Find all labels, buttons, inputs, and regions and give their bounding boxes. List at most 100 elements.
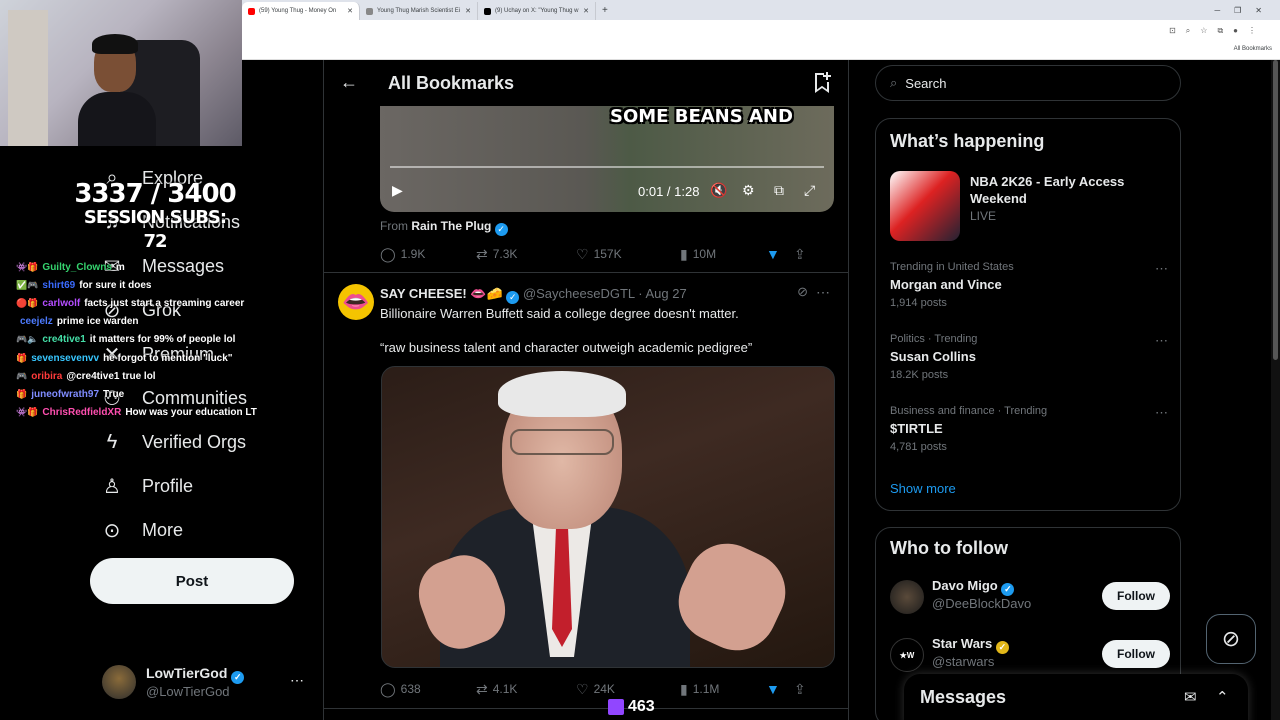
play-icon[interactable]: ▶ bbox=[392, 182, 403, 199]
source-name[interactable]: Rain The Plug bbox=[411, 219, 491, 233]
profile-icon[interactable]: ● bbox=[1233, 26, 1238, 36]
featured-title[interactable]: NBA 2K26 - Early Access Weekend bbox=[970, 173, 1160, 207]
chat-badges-icon: 🎮🔈 bbox=[16, 334, 39, 345]
views-button[interactable]: ▮ 10M bbox=[680, 246, 766, 263]
browser-tab-1[interactable]: (59) Young Thug - Money On ✕ bbox=[242, 2, 360, 20]
share-button[interactable]: ⇪ bbox=[794, 246, 806, 263]
messages-drawer[interactable]: Messages ✉ ⌃ bbox=[904, 674, 1248, 720]
browser-tab-2[interactable]: Young Thug Marish Scientist Ei ✕ bbox=[360, 2, 478, 20]
video-progress-bar[interactable] bbox=[390, 166, 824, 168]
follow-button[interactable]: Follow bbox=[1102, 582, 1170, 610]
tweet-author-name[interactable]: SAY CHEESE! 👄🧀 bbox=[380, 286, 503, 301]
fullscreen-icon[interactable]: ⤢ bbox=[804, 182, 815, 199]
whats-happening-panel: What’s happening NBA 2K26 - Early Access… bbox=[875, 118, 1181, 511]
trend-item[interactable]: Trending in United States Morgan and Vin… bbox=[890, 261, 1168, 309]
suggestion-name: Davo Migo ✓ bbox=[932, 578, 1015, 596]
search-box[interactable]: ⌕ bbox=[875, 65, 1181, 101]
more-icon[interactable]: ⋯ bbox=[1155, 405, 1168, 421]
minimize-icon[interactable]: ─ bbox=[1214, 6, 1220, 15]
tweet-text: Billionaire Warren Buffett said a colleg… bbox=[380, 306, 739, 321]
close-tab-icon[interactable]: ✕ bbox=[583, 7, 589, 15]
close-tab-icon[interactable]: ✕ bbox=[465, 7, 471, 15]
chat-badges-icon: 🎮 bbox=[16, 370, 28, 381]
chat-badges-icon: 👾🎁 bbox=[16, 261, 39, 272]
chat-message: 🎁 juneofwrath97 True bbox=[16, 385, 336, 403]
repost-button[interactable]: ⇄ 7.3K bbox=[476, 246, 576, 263]
post-button[interactable]: Post bbox=[90, 558, 294, 604]
nav-label: More bbox=[142, 519, 184, 540]
avatar[interactable]: 👄 bbox=[338, 284, 374, 320]
browser-tab-3[interactable]: (9) Uchay on X: "Young Thug w ✕ bbox=[478, 2, 596, 20]
grok-icon[interactable]: ⊘ bbox=[1206, 614, 1256, 664]
scrollbar[interactable] bbox=[1271, 60, 1280, 720]
grok-icon[interactable]: ⊘ bbox=[797, 284, 808, 300]
settings-gear-icon[interactable]: ⚙ bbox=[742, 182, 755, 199]
more-icon[interactable]: ⋯ bbox=[290, 672, 304, 689]
views-button[interactable]: ▮ 1.1M bbox=[680, 681, 766, 698]
back-arrow-icon[interactable]: ← bbox=[340, 72, 358, 93]
chat-message: 🎁 sevensevenvv he forgot to mention "luck" bbox=[16, 349, 336, 367]
star-wars-logo-icon: ★W bbox=[890, 638, 924, 672]
tweet-date[interactable]: · Aug 27 bbox=[638, 286, 686, 301]
more-icon[interactable]: ⋯ bbox=[1155, 333, 1168, 349]
suggestion-handle: @starwars bbox=[932, 654, 995, 669]
close-tab-icon[interactable]: ✕ bbox=[347, 7, 353, 15]
star-icon[interactable]: ☆ bbox=[1200, 26, 1207, 36]
chat-username: sevensevenvv bbox=[31, 352, 100, 364]
extension-icon[interactable]: ⧉ bbox=[1217, 26, 1223, 36]
nav-verified-orgs[interactable]: ϟ Verified Orgs bbox=[100, 430, 246, 454]
close-window-icon[interactable]: ✕ bbox=[1255, 6, 1262, 15]
more-icon[interactable]: ⋯ bbox=[1155, 261, 1168, 277]
reply-button[interactable]: ◯ 638 bbox=[380, 681, 476, 698]
lightning-icon: ϟ bbox=[106, 430, 118, 453]
more-icon[interactable]: ⋯ bbox=[816, 284, 830, 301]
chevron-up-icon[interactable]: ⌃ bbox=[1216, 688, 1229, 706]
browser-tab-label: (9) Uchay on X: "Young Thug w bbox=[495, 8, 579, 14]
chat-message: ceejelz prime ice warden bbox=[16, 313, 336, 331]
trend-item[interactable]: Business and finance · Trending $TIRTLE … bbox=[890, 405, 1168, 453]
nav-more[interactable]: ⊙ More bbox=[100, 518, 183, 542]
like-button[interactable]: ♡ 157K bbox=[576, 246, 680, 263]
nav-profile[interactable]: ♙ Profile bbox=[100, 474, 193, 498]
add-bookmark-folder-icon[interactable] bbox=[810, 70, 834, 94]
verified-badge-icon: ✓ bbox=[494, 223, 508, 236]
trend-item[interactable]: Politics · Trending Susan Collins 18.2K … bbox=[890, 333, 1168, 381]
tweet-author-handle[interactable]: @SaycheeseDGTL bbox=[523, 286, 635, 301]
webcam-feed bbox=[0, 0, 242, 146]
address-bar[interactable]: ⊡ ⌕ ☆ ⧉ ● ⋮ bbox=[242, 20, 1280, 42]
chat-badges-icon: 🔴🎁 bbox=[16, 297, 39, 308]
bookmark-button[interactable]: ▼ bbox=[766, 681, 794, 697]
share-button[interactable]: ⇪ bbox=[794, 681, 806, 698]
video-source: From Rain The Plug ✓ bbox=[380, 219, 508, 236]
chat-text: How was your education LT bbox=[125, 407, 257, 419]
featured-image[interactable] bbox=[890, 171, 960, 241]
chat-message: 🔴🎁 carlwolf facts just start a streaming c… bbox=[16, 294, 336, 312]
new-message-icon[interactable]: ✉ bbox=[1184, 688, 1197, 706]
install-icon[interactable]: ⊡ bbox=[1169, 26, 1176, 36]
follow-suggestion[interactable]: ★W Star Wars ✓ @starwars Follow bbox=[890, 636, 1170, 676]
bookmark-button[interactable]: ▼ bbox=[766, 246, 794, 262]
pip-icon[interactable]: ⧉ bbox=[774, 182, 784, 199]
search-input[interactable] bbox=[905, 75, 1146, 91]
video-player[interactable]: SOME BEANS AND ▶ 0:01 / 1:28 🔇 ⚙ ⧉ ⤢ bbox=[380, 106, 834, 212]
verified-badge-icon: ✓ bbox=[1001, 583, 1015, 596]
scrollbar-thumb[interactable] bbox=[1273, 60, 1278, 360]
all-bookmarks-folder[interactable]: All Bookmarks bbox=[1234, 46, 1272, 52]
menu-icon[interactable]: ⋮ bbox=[1248, 26, 1256, 36]
zoom-icon[interactable]: ⌕ bbox=[1186, 26, 1190, 36]
follow-button[interactable]: Follow bbox=[1102, 640, 1170, 668]
mute-icon[interactable]: 🔇 bbox=[710, 182, 727, 199]
like-button[interactable]: ♡ 24K bbox=[576, 681, 680, 698]
nav-label: Profile bbox=[142, 475, 194, 496]
tweet-image[interactable] bbox=[381, 366, 835, 668]
more-circle-icon: ⊙ bbox=[103, 519, 121, 542]
verified-badge-icon: ✓ bbox=[506, 291, 520, 304]
screen: (59) Young Thug - Money On ✕ Young Thug … bbox=[0, 0, 1280, 720]
account-switcher[interactable]: LowTierGod ✓ @LowTierGod ⋯ bbox=[102, 662, 312, 702]
follow-suggestion[interactable]: Davo Migo ✓ @DeeBlockDavo Follow bbox=[890, 578, 1170, 618]
repost-button[interactable]: ⇄ 4.1K bbox=[476, 681, 576, 698]
reply-button[interactable]: ◯ 1.9K bbox=[380, 246, 476, 263]
new-tab-icon[interactable]: + bbox=[602, 5, 608, 16]
show-more-link[interactable]: Show more bbox=[890, 481, 956, 496]
restore-icon[interactable]: ❐ bbox=[1234, 6, 1241, 15]
